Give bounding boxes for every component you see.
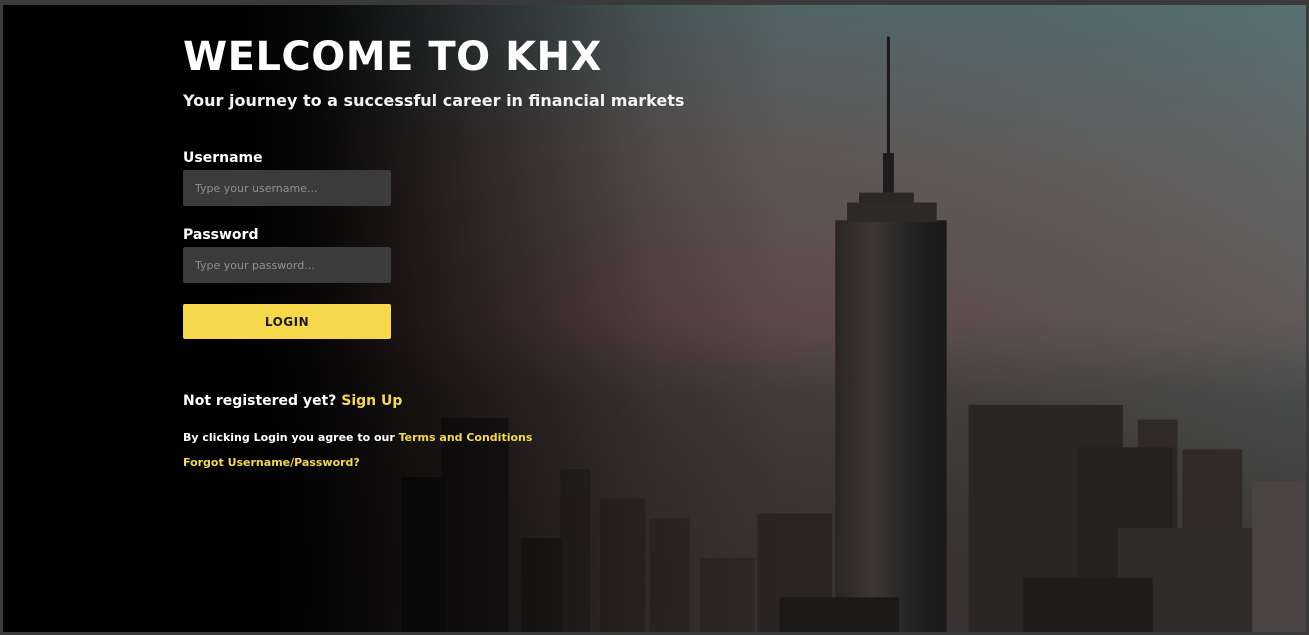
password-label: Password — [183, 227, 259, 243]
forgot-credentials-link[interactable]: Forgot Username/Password? — [183, 456, 360, 469]
terms-notice: By clicking Login you agree to our Terms… — [183, 431, 703, 444]
terms-link[interactable]: Terms and Conditions — [399, 431, 533, 444]
register-prompt-text: Not registered yet? — [183, 393, 337, 409]
terms-text: By clicking Login you agree to our — [183, 431, 395, 444]
forgot-credentials: Forgot Username/Password? — [183, 456, 703, 469]
page-subtitle: Your journey to a successful career in f… — [183, 91, 685, 110]
login-panel: WELCOME TO KHX Your journey to a success… — [183, 33, 703, 469]
username-input[interactable] — [183, 170, 391, 206]
register-prompt: Not registered yet? Sign Up — [183, 393, 703, 409]
sign-up-link[interactable]: Sign Up — [341, 393, 402, 409]
username-label: Username — [183, 150, 263, 166]
page-title: WELCOME TO KHX — [183, 34, 602, 80]
password-input[interactable] — [183, 247, 391, 283]
login-button[interactable]: LOGIN — [183, 304, 391, 339]
login-page: WELCOME TO KHX Your journey to a success… — [0, 0, 1309, 635]
